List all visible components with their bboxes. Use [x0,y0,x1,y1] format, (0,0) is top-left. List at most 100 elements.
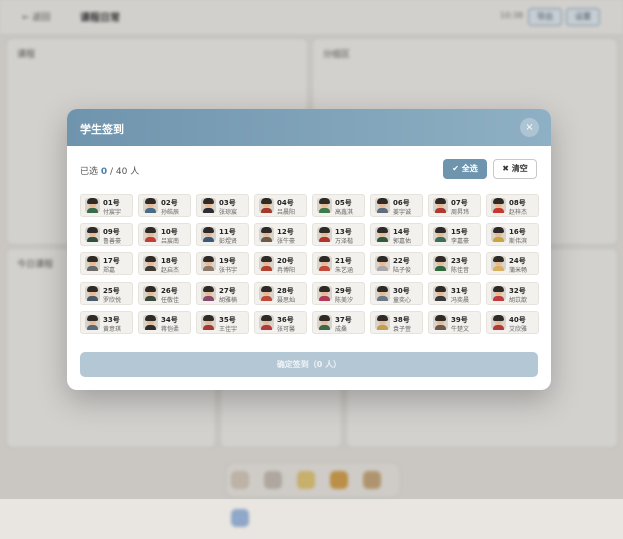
dialog-title: 学生签到 [80,123,124,136]
student-card[interactable]: 29号 陈美汐 [312,282,365,305]
selected-count: 0 [100,167,108,177]
student-card[interactable]: 14号 郭嘉佑 [370,223,423,246]
student-avatar [433,256,448,271]
student-card[interactable]: 28号 聂思灿 [254,282,307,305]
student-avatar [259,227,274,242]
student-avatar [491,227,506,242]
student-avatar [375,286,390,301]
student-avatar [317,256,332,271]
student-card[interactable]: 10号 吕宸南 [138,223,191,246]
student-card[interactable]: 23号 陈佳音 [428,252,481,275]
student-avatar [317,198,332,213]
student-avatar [375,315,390,330]
student-avatar [85,227,100,242]
chart-icon[interactable] [231,509,249,527]
student-card[interactable]: 25号 罗欣悦 [80,282,133,305]
student-card[interactable]: 08号 赵梓杰 [486,194,539,217]
student-name: 郭嘉佑 [393,238,412,245]
student-name: 赵梓杰 [509,209,528,216]
student-card[interactable]: 22号 陆子俊 [370,252,423,275]
student-name: 罗欣悦 [103,297,122,304]
student-card[interactable]: 19号 张书宇 [196,252,249,275]
student-avatar [143,198,158,213]
student-card[interactable]: 36号 张可馨 [254,311,307,334]
student-name: 鲁善豪 [103,238,122,245]
student-card[interactable]: 30号 童奕心 [370,282,423,305]
student-avatar [433,198,448,213]
select-all-button[interactable]: ✔ 全选 [443,159,487,179]
student-avatar [259,198,274,213]
student-card[interactable]: 18号 赵启杰 [138,252,191,275]
student-card[interactable]: 15号 李嘉豪 [428,223,481,246]
student-avatar [433,227,448,242]
student-avatar [85,198,100,213]
student-avatar [85,256,100,271]
student-card[interactable]: 26号 任敬佳 [138,282,191,305]
student-name: 彭煜贤 [219,238,238,245]
student-card[interactable]: 01号 付宸宇 [80,194,133,217]
student-avatar [491,256,506,271]
student-name: 李嘉豪 [451,238,470,245]
student-card[interactable]: 32号 胡苡歆 [486,282,539,305]
student-card[interactable]: 27号 胡雅楠 [196,282,249,305]
student-card[interactable]: 09号 鲁善豪 [80,223,133,246]
student-card[interactable]: 34号 蒋恺柔 [138,311,191,334]
student-card[interactable]: 38号 袁子萱 [370,311,423,334]
student-name: 袁子萱 [393,326,412,333]
student-card[interactable]: 33号 黄意琪 [80,311,133,334]
student-card[interactable]: 11号 彭煜贤 [196,223,249,246]
student-avatar [317,286,332,301]
student-name: 郑嘉 [103,267,116,274]
confirm-checkin-button[interactable]: 确定签到（0 人） [80,352,538,377]
student-card[interactable]: 24号 蒲米畅 [486,252,539,275]
student-card[interactable]: 37号 成桑 [312,311,365,334]
student-name: 胡苡歆 [509,297,528,304]
student-card[interactable]: 03号 张琼宸 [196,194,249,217]
close-icon[interactable]: × [520,118,539,137]
student-avatar [143,286,158,301]
student-avatar [143,227,158,242]
selected-suffix: / 40 人 [110,167,140,177]
student-card[interactable]: 06号 姜宇诚 [370,194,423,217]
student-name: 陆子俊 [393,267,412,274]
student-avatar [375,256,390,271]
student-card[interactable]: 20号 冉博阳 [254,252,307,275]
student-avatar [375,227,390,242]
student-name: 张牛豪 [277,238,296,245]
student-avatar [85,286,100,301]
student-name: 冉博阳 [277,267,296,274]
student-name: 吕宸南 [161,238,180,245]
student-card[interactable]: 07号 周昇玮 [428,194,481,217]
student-card[interactable]: 21号 朱艺涵 [312,252,365,275]
student-card[interactable]: 12号 张牛豪 [254,223,307,246]
student-card[interactable]: 31号 冯奕晨 [428,282,481,305]
student-name: 艾欣雅 [509,326,528,333]
student-name: 牛楚文 [451,326,470,333]
student-name: 赵启杰 [161,267,180,274]
student-card[interactable]: 40号 艾欣雅 [486,311,539,334]
student-avatar [201,227,216,242]
checkin-dialog: 学生签到 × 已选 0 / 40 人 ✔ 全选 ✖ 清空 01号 付宸宇 02号 孙皓… [67,109,551,390]
student-avatar [259,315,274,330]
student-name: 张书宇 [219,267,238,274]
student-avatar [201,286,216,301]
student-card[interactable]: 05号 高鑫淇 [312,194,365,217]
student-card[interactable]: 02号 孙皓辰 [138,194,191,217]
student-avatar [433,286,448,301]
clear-button[interactable]: ✖ 清空 [493,159,537,179]
student-card[interactable]: 13号 万泽楷 [312,223,365,246]
student-name: 成桑 [335,326,348,333]
student-name: 张琼宸 [219,209,238,216]
student-avatar [201,198,216,213]
student-name: 陈佳音 [451,267,470,274]
student-avatar [201,315,216,330]
student-name: 童奕心 [393,297,412,304]
student-card[interactable]: 39号 牛楚文 [428,311,481,334]
student-card[interactable]: 35号 王佳宇 [196,311,249,334]
student-card[interactable]: 04号 吕晨阳 [254,194,307,217]
student-name: 张可馨 [277,326,296,333]
student-name: 冯奕晨 [451,297,470,304]
student-card[interactable]: 16号 斯伟滨 [486,223,539,246]
student-name: 吕晨阳 [277,209,296,216]
student-card[interactable]: 17号 郑嘉 [80,252,133,275]
